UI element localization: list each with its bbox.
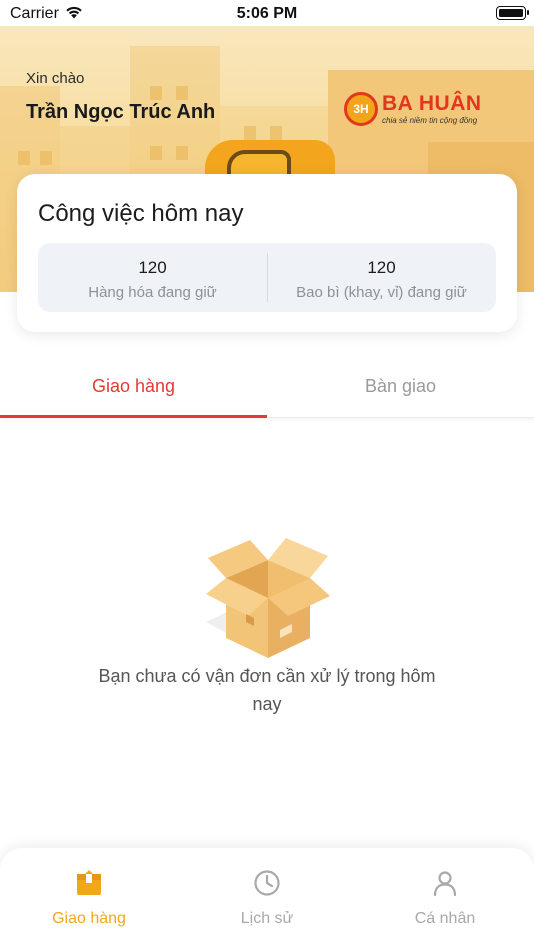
empty-state-message: Bạn chưa có vận đơn cần xử lý trong hôm … bbox=[98, 666, 436, 714]
nav-profile[interactable]: Cá nhân bbox=[356, 848, 534, 950]
battery-icon bbox=[496, 6, 529, 20]
stat-goods-held: 120 Hàng hóa đang giữ bbox=[38, 243, 267, 312]
brand-tagline: chia sẻ niềm tin cộng đồng bbox=[382, 116, 478, 125]
tab-bar: Giao hàng Bàn giao bbox=[0, 356, 534, 418]
person-icon bbox=[433, 871, 457, 897]
stat-packaging-held: 120 Bao bì (khay, vỉ) đang giữ bbox=[267, 243, 496, 312]
stats-panel: 120 Hàng hóa đang giữ 120 Bao bì (khay, … bbox=[38, 243, 496, 312]
brand-name: BA HUÂN bbox=[382, 92, 482, 115]
status-bar: Carrier 5:06 PM bbox=[0, 0, 534, 28]
user-name: Trần Ngọc Trúc Anh bbox=[26, 101, 216, 123]
stat-value: 120 bbox=[138, 258, 167, 277]
stat-label: Bao bì (khay, vỉ) đang giữ bbox=[296, 284, 467, 301]
nav-delivery[interactable]: Giao hàng bbox=[0, 848, 178, 950]
bottom-nav: Giao hàng Lịch sử Cá nhân bbox=[0, 848, 534, 950]
nav-label: Cá nhân bbox=[414, 910, 476, 927]
stat-value: 120 bbox=[367, 258, 396, 277]
nav-label: Lịch sử bbox=[240, 910, 294, 927]
open-box-icon bbox=[206, 538, 330, 658]
today-work-card: Công việc hôm nay 120 Hàng hóa đang giữ … bbox=[17, 174, 517, 332]
stat-label: Hàng hóa đang giữ bbox=[88, 284, 217, 301]
brand-logo: 3H BA HUÂN chia sẻ niềm tin cộng đồng bbox=[340, 88, 490, 132]
tab-delivery[interactable]: Giao hàng bbox=[0, 356, 267, 418]
nav-history[interactable]: Lịch sử bbox=[178, 848, 356, 950]
delivery-box-icon bbox=[77, 870, 101, 895]
card-title: Công việc hôm nay bbox=[38, 200, 244, 227]
greeting-text: Xin chào bbox=[26, 70, 85, 87]
tab-handover[interactable]: Bàn giao bbox=[267, 356, 534, 417]
status-time: 5:06 PM bbox=[236, 5, 298, 22]
clock-icon bbox=[254, 870, 280, 896]
brand-badge: 3H bbox=[344, 92, 378, 126]
nav-label: Giao hàng bbox=[52, 910, 126, 927]
